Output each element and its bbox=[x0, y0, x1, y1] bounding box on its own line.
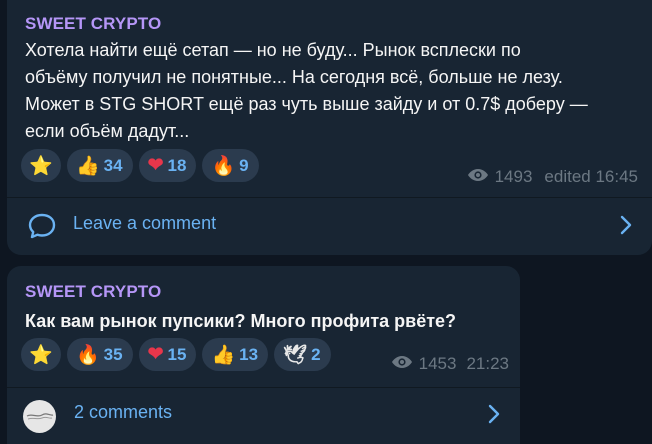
comment-bubble-icon bbox=[27, 212, 57, 245]
reactions-bar: ⭐ 👍 34 ❤ 18 🔥 9 bbox=[21, 149, 259, 182]
comment-label: Leave a comment bbox=[73, 213, 217, 233]
post-author[interactable]: SWEET CRYPTO bbox=[25, 14, 161, 34]
reaction-thumbs-up[interactable]: 👍 34 bbox=[67, 149, 133, 182]
post-text-line: Может в STG SHORT ещё раз чуть выше зайд… bbox=[25, 94, 588, 114]
post-text-line: Хотела найти ещё сетап — но не буду... Р… bbox=[25, 40, 521, 60]
avatar bbox=[23, 400, 56, 433]
channel-post: SWEET CRYPTO Как вам рынок пупсики? Мног… bbox=[7, 266, 520, 444]
reaction-heart[interactable]: ❤ 15 bbox=[138, 338, 197, 371]
leave-comment-button[interactable]: Leave a comment bbox=[7, 198, 652, 255]
reaction-fire[interactable]: 🔥 9 bbox=[202, 149, 259, 182]
reaction-thumbs-up[interactable]: 👍 13 bbox=[202, 338, 269, 371]
chevron-right-icon bbox=[488, 404, 500, 429]
comments-button[interactable]: 2 comments bbox=[7, 388, 520, 444]
star-icon: ⭐ bbox=[29, 155, 53, 177]
dove-icon: 🕊 bbox=[283, 344, 308, 366]
reaction-count: 2 bbox=[311, 344, 321, 364]
reaction-dove[interactable]: 🕊 2 bbox=[274, 338, 331, 371]
reaction-count: 13 bbox=[239, 344, 259, 364]
reactions-bar: ⭐ 🔥 35 ❤ 15 👍 13 🕊 2 bbox=[21, 338, 331, 371]
post-text: Как вам рынок пупсики? Много профита рвё… bbox=[25, 308, 505, 335]
post-text: Хотела найти ещё сетап — но не буду... Р… bbox=[25, 37, 645, 145]
heart-icon: ❤ bbox=[147, 344, 164, 365]
reaction-star[interactable]: ⭐ bbox=[21, 338, 61, 371]
chevron-right-icon bbox=[620, 215, 632, 240]
eye-icon bbox=[391, 354, 413, 374]
post-text-line: объёму получил не понятные... На сегодня… bbox=[25, 67, 563, 87]
reaction-count: 9 bbox=[239, 155, 249, 175]
reaction-star[interactable]: ⭐ bbox=[21, 149, 61, 182]
post-time: 21:23 bbox=[466, 354, 509, 373]
post-meta: 1493 edited 16:45 bbox=[467, 167, 638, 187]
post-author[interactable]: SWEET CRYPTO bbox=[25, 282, 161, 302]
star-icon: ⭐ bbox=[29, 344, 53, 366]
thumbs-up-icon: 👍 bbox=[211, 344, 236, 366]
thumbs-up-icon: 👍 bbox=[76, 155, 100, 177]
view-count: 1453 bbox=[418, 354, 457, 373]
post-time: edited 16:45 bbox=[544, 167, 638, 186]
comment-label: 2 comments bbox=[74, 402, 173, 422]
channel-post: SWEET CRYPTO Хотела найти ещё сетап — но… bbox=[7, 0, 652, 255]
post-text-line: Как вам рынок пупсики? Много профита рвё… bbox=[25, 311, 457, 331]
reaction-count: 34 bbox=[103, 155, 123, 175]
heart-icon: ❤ bbox=[147, 155, 164, 176]
fire-icon: 🔥 bbox=[211, 155, 236, 177]
reaction-count: 18 bbox=[167, 155, 187, 175]
post-text-line: если объём дадут... bbox=[25, 121, 190, 141]
reaction-fire[interactable]: 🔥 35 bbox=[67, 338, 133, 371]
reaction-count: 35 bbox=[103, 344, 123, 364]
eye-icon bbox=[467, 167, 489, 187]
reaction-heart[interactable]: ❤ 18 bbox=[138, 149, 197, 182]
post-meta: 1453 21:23 bbox=[391, 354, 509, 374]
view-count: 1493 bbox=[494, 167, 533, 186]
reaction-count: 15 bbox=[167, 344, 187, 364]
fire-icon: 🔥 bbox=[76, 344, 100, 366]
